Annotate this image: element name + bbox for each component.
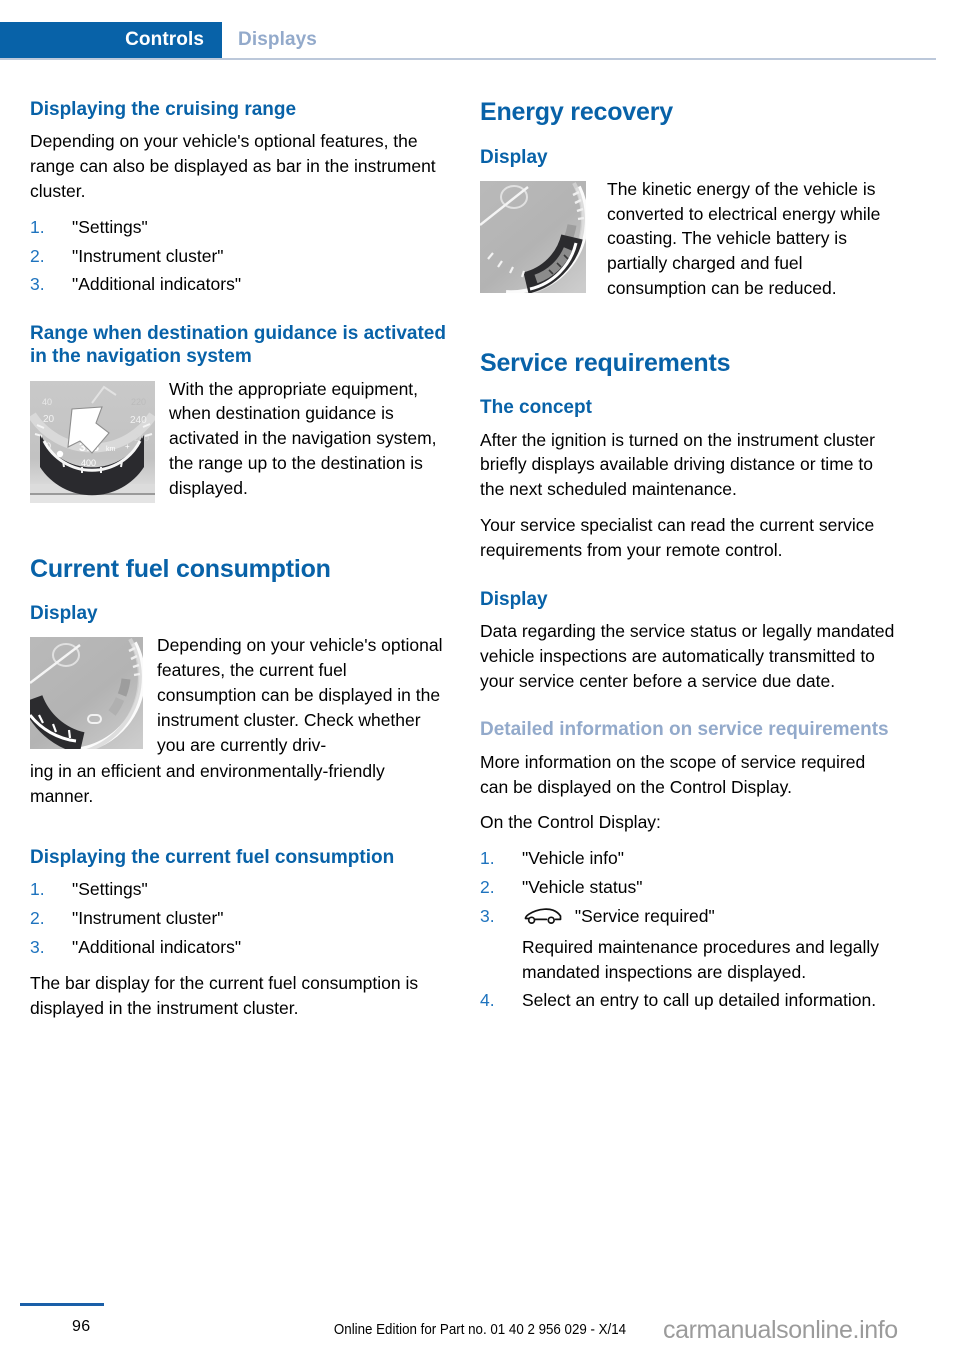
header-divider: [0, 58, 936, 60]
paragraph-concept-1: After the ignition is turned on the inst…: [480, 429, 875, 500]
car-icon: [522, 906, 564, 926]
figure-block-fuel-gauge: Depending on your vehicle's optional fea…: [30, 633, 446, 758]
figure-block-energy-gauge: The kinetic energy of the vehicle is con…: [480, 177, 896, 301]
heading-the-concept: The concept: [480, 397, 592, 419]
steps-cruising-range: 1. "Settings" 2. "Instrument cluster" 3.…: [30, 215, 446, 298]
step-label: "Vehicle info": [522, 848, 624, 869]
step-number: 3.: [480, 905, 495, 926]
step-label: "Instrument cluster": [72, 245, 224, 266]
step-number: 1.: [30, 216, 45, 237]
list-item: 2. "Instrument cluster": [30, 244, 446, 269]
step-label: "Instrument cluster": [72, 908, 224, 929]
step-number: 2.: [30, 908, 45, 929]
step-number: 4.: [480, 990, 495, 1011]
watermark: carmanualsonline.info: [663, 1316, 898, 1344]
step-number: 2.: [30, 245, 45, 266]
step-number: 1.: [480, 848, 495, 869]
gauge-illustration: [30, 637, 146, 758]
heading-energy-recovery: Energy recovery: [480, 98, 673, 126]
paragraph-concept-2: Your service specialist can read the cur…: [480, 515, 875, 560]
gauge-illustration: 40 220 20 240 260 0 km 400 +: [30, 380, 157, 503]
list-item: 3. "Service required" Required maintenan…: [480, 904, 896, 985]
heading-current-fuel-consumption: Current fuel consumption: [30, 554, 331, 583]
step-label: Select an entry to call up detailed info…: [522, 990, 877, 1011]
gauge-illustration: [480, 180, 589, 299]
heading-displaying-current-fuel: Displaying the current fuel consumption: [30, 847, 395, 869]
list-item: 2. "Instrument cluster": [30, 906, 446, 931]
heading-displaying-cruising-range: Displaying the cruising range: [30, 99, 297, 120]
svg-text:240: 240: [130, 415, 147, 426]
heading-display-fuel: Display: [30, 603, 98, 625]
svg-text:20: 20: [43, 414, 55, 425]
svg-text:0: 0: [46, 441, 51, 451]
left-column: Displaying the cruising range Depending …: [30, 98, 446, 1021]
list-item: 1. "Settings": [30, 877, 446, 902]
energy-recovery-gauge-image: [480, 180, 593, 299]
paragraph-detailed-1: More information on the scope of service…: [480, 751, 866, 797]
tab-displays-label: Displays: [238, 29, 317, 50]
footer-divider: [20, 1303, 104, 1306]
step-sub-paragraph: Required maintenance procedures and lega…: [522, 936, 880, 982]
steps-control-display: 1. "Vehicle info" 2. "Vehicle status" 3.…: [480, 846, 896, 1013]
step-label: "Settings": [72, 216, 148, 237]
paragraph-display-service: Data regarding the service status or leg…: [480, 620, 895, 691]
list-item: 2. "Vehicle status": [480, 875, 896, 900]
paragraph-bar-display: The bar display for the current fuel con…: [30, 972, 419, 1018]
svg-text:km: km: [106, 446, 116, 453]
list-item: 4. Select an entry to call up detailed i…: [480, 988, 896, 1013]
heading-service-requirements: Service requirements: [480, 348, 731, 377]
tab-controls-label: Controls: [125, 29, 204, 50]
paragraph-cruising-range: Depending on your vehicle's optional fea…: [30, 131, 436, 201]
step-label: "Service required": [574, 905, 715, 926]
heading-display-service: Display: [480, 588, 548, 610]
step-number: 2.: [480, 877, 495, 898]
svg-text:+: +: [125, 442, 130, 451]
heading-detailed-information: Detailed information on service requirem…: [480, 719, 889, 741]
svg-text:220: 220: [131, 397, 146, 407]
page-header: Controls Displays: [0, 22, 960, 58]
car-glyph: [524, 908, 562, 924]
list-item: 3. "Additional indicators": [30, 272, 446, 297]
figure-block-range-gauge: 40 220 20 240 260 0 km 400 + With the ap…: [30, 377, 446, 507]
fuel-consumption-gauge-image: [30, 637, 146, 758]
step-number: 3.: [30, 274, 45, 295]
step-label: "Settings": [72, 879, 148, 900]
step-number: 3.: [30, 937, 45, 958]
svg-text:40: 40: [42, 397, 52, 407]
list-item: 1. "Vehicle info": [480, 846, 896, 871]
paragraph-fuel-rest: ing in an efficient and environmentally-…: [30, 761, 385, 807]
heading-display-energy: Display: [480, 146, 548, 168]
heading-range-destination-guidance: Range when destination guidance is activ…: [30, 323, 446, 368]
steps-displaying-current-fuel: 1. "Settings" 2. "Instrument cluster" 3.…: [30, 877, 446, 960]
svg-text:400: 400: [81, 458, 96, 468]
tab-controls[interactable]: Controls: [0, 22, 222, 58]
right-column: Energy recovery Display The kinetic ener…: [480, 98, 896, 1024]
instrument-cluster-range-gauge-image: 40 220 20 240 260 0 km 400 +: [30, 380, 157, 503]
list-item: 1. "Settings": [30, 215, 446, 240]
step-label: "Additional indicators": [72, 274, 242, 295]
tab-displays[interactable]: Displays: [238, 22, 317, 58]
paragraph-detailed-2: On the Control Display:: [480, 812, 661, 833]
step-label: "Additional indicators": [72, 937, 242, 958]
step-number: 1.: [30, 879, 45, 900]
step-label: "Vehicle status": [522, 877, 643, 898]
list-item: 3. "Additional indicators": [30, 935, 446, 960]
